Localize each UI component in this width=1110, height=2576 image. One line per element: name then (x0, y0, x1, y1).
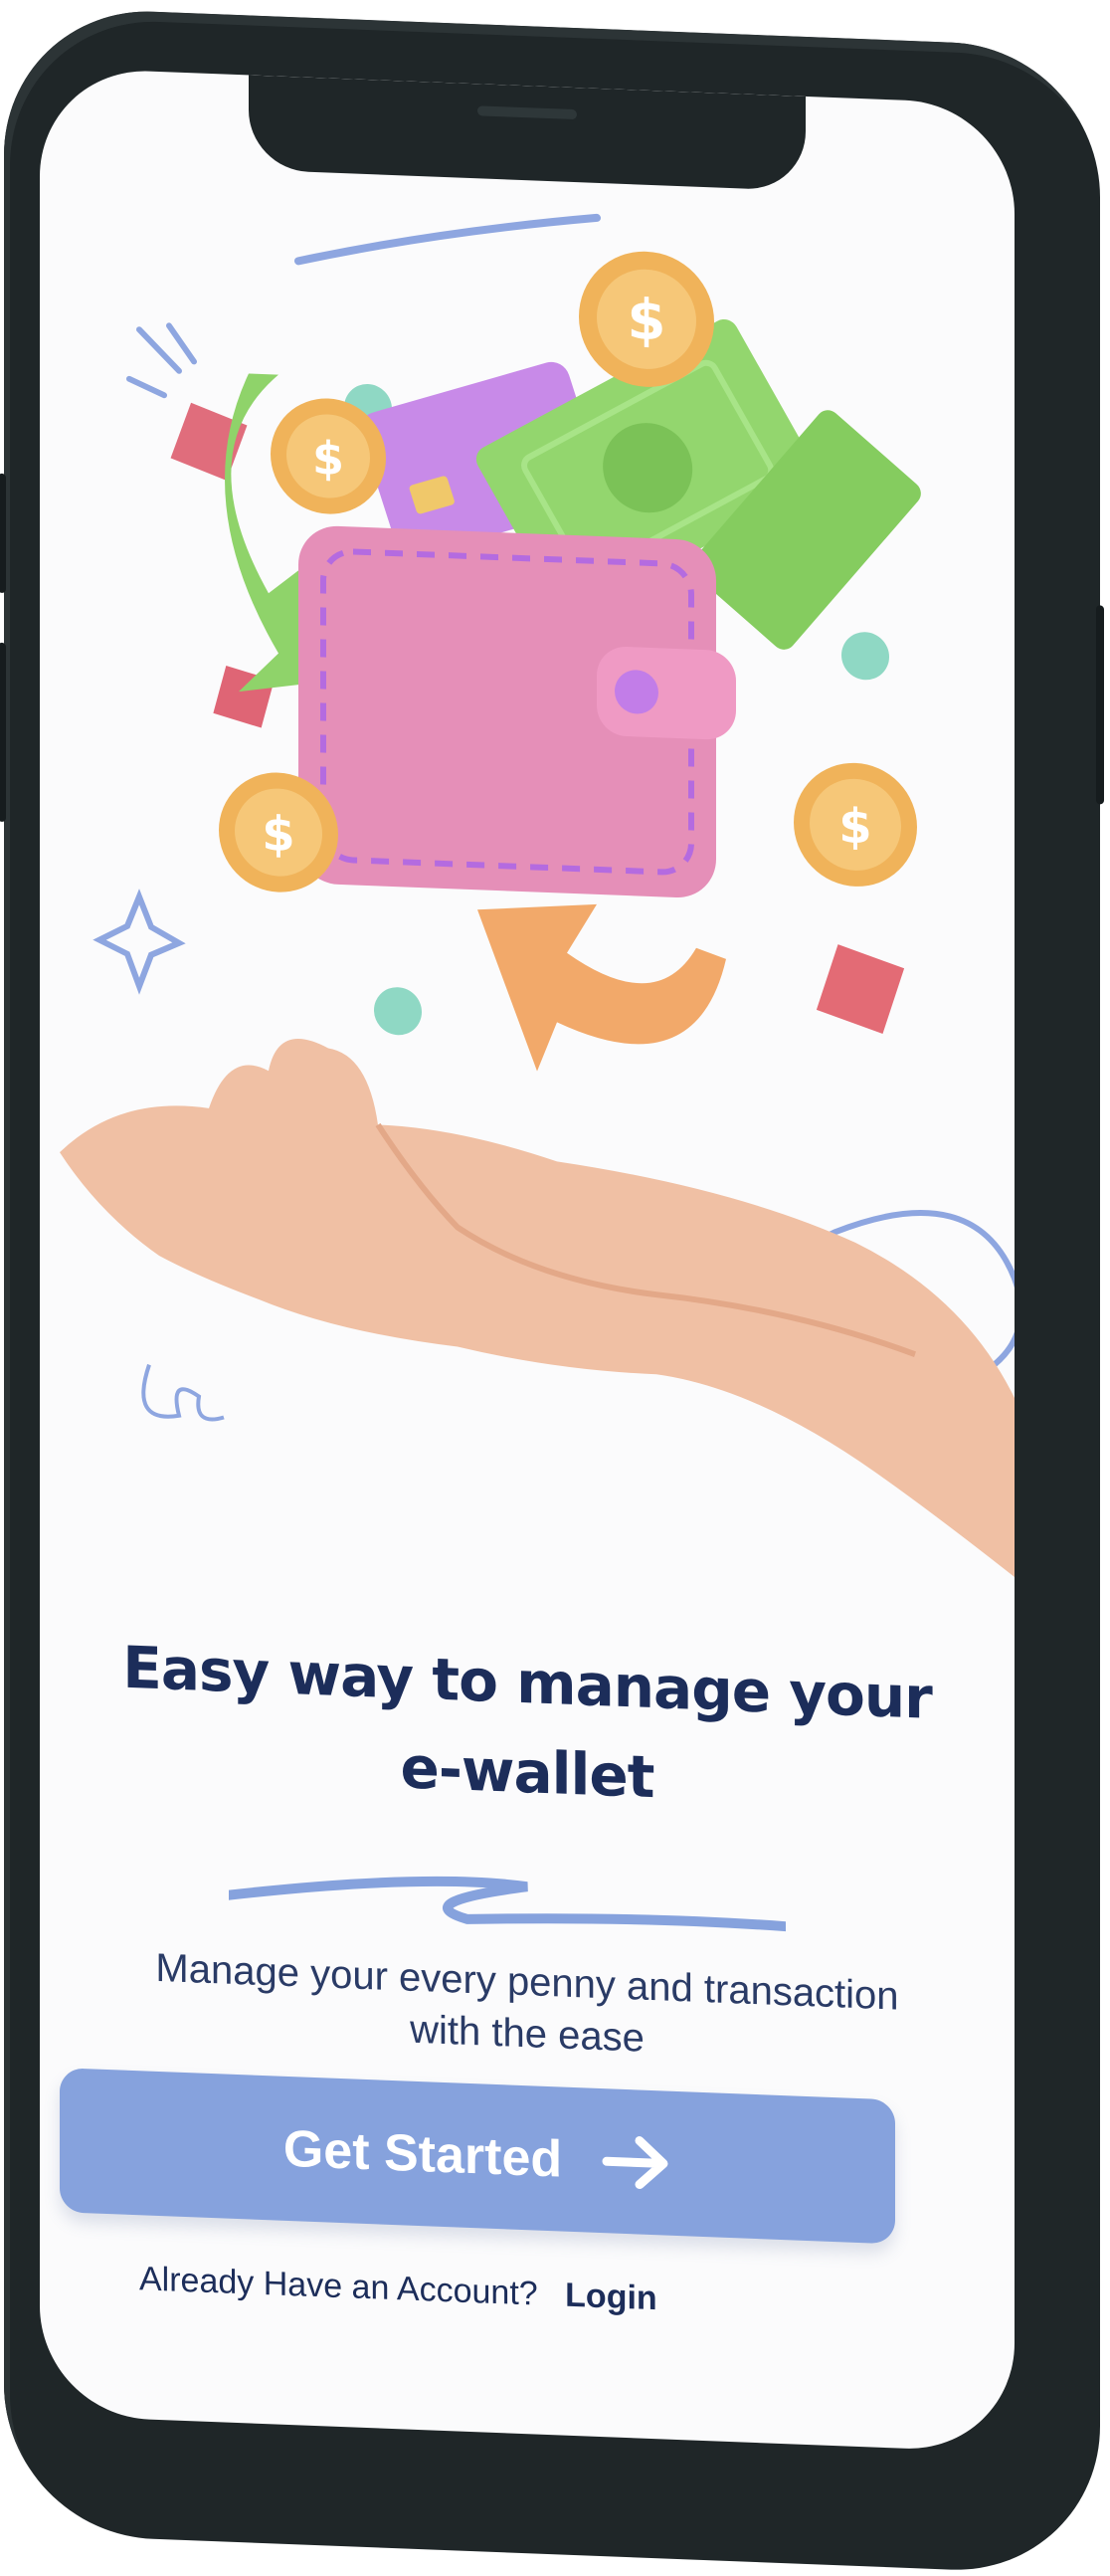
dollar-coin-icon: $ (579, 251, 714, 387)
power-button (1096, 605, 1104, 805)
svg-text:$: $ (312, 431, 344, 486)
ball-shape (374, 987, 422, 1036)
wallet-illustration: $ $ $ $ (60, 213, 1015, 1578)
arrow-right-icon (602, 2135, 668, 2189)
subtitle: Manage your every penny and transaction … (80, 1939, 975, 2078)
star-icon (92, 889, 186, 995)
svg-text:$: $ (262, 806, 294, 863)
svg-text:$: $ (838, 798, 871, 855)
sparkle-lines-icon (126, 322, 197, 399)
svg-text:$: $ (628, 288, 666, 353)
headline: Easy way to manage your e-wallet (80, 1621, 975, 1835)
curved-arrow-orange-icon (477, 903, 726, 1072)
scribble-icon (141, 1363, 225, 1422)
phone-frame: $ $ $ $ Easy way to manage your e-wallet (0, 6, 1104, 2576)
ball-shape (841, 632, 889, 681)
account-prompt-text: Already Have an Account? (139, 2260, 538, 2313)
app-screen: $ $ $ $ Easy way to manage your e-wallet (40, 67, 1015, 2454)
get-started-button[interactable]: Get Started (60, 2068, 895, 2245)
login-prompt: Already Have an Account? Login (139, 2260, 835, 2325)
doodle-stroke (294, 213, 601, 266)
login-link[interactable]: Login (565, 2277, 657, 2318)
open-hand-icon (60, 1039, 1015, 1578)
wallet-icon (298, 525, 736, 897)
dollar-coin-icon: $ (794, 762, 917, 887)
get-started-label: Get Started (282, 2119, 563, 2189)
volume-button (0, 642, 6, 823)
underline-swoosh (229, 1876, 786, 1932)
cube-shape (816, 944, 905, 1035)
side-button (0, 473, 6, 594)
